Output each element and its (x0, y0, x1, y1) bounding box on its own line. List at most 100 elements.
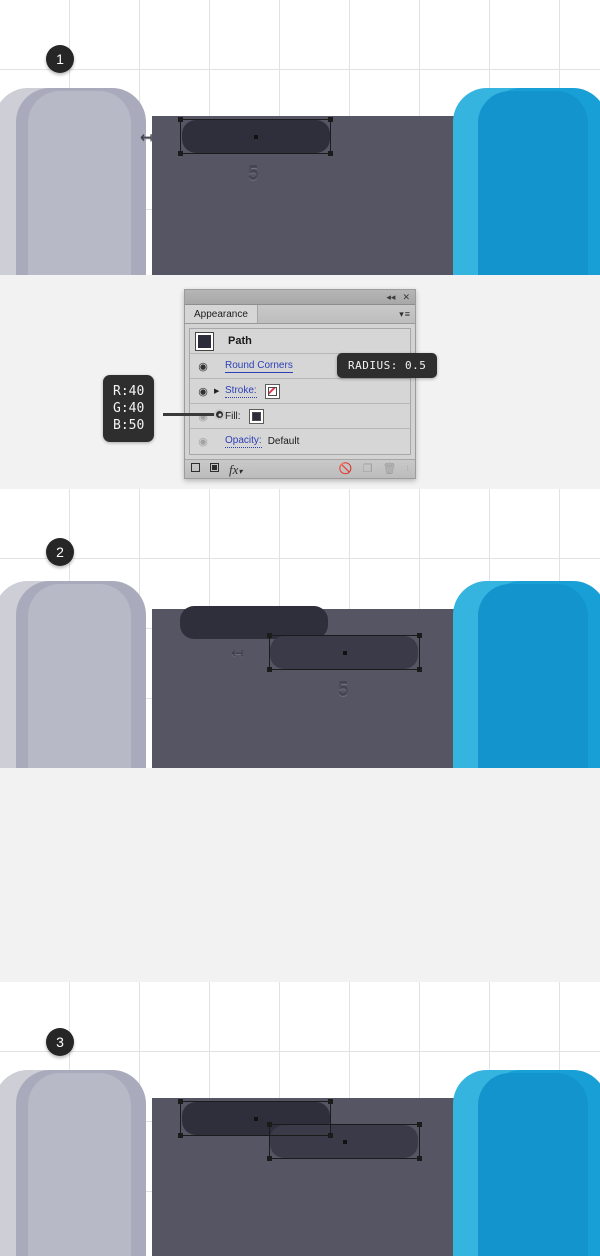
rgb-callout-1: R:40 G:40 B:50 (103, 375, 155, 442)
selection-handle-bottom-left[interactable] (267, 667, 272, 672)
selection-edge-bottom (180, 153, 331, 154)
appearance-rows-1: Path ◉ Round Corners ◉ ▶ Stroke: ◉ Fill: (189, 328, 411, 455)
fx-effects-icon[interactable]: fx▾ (229, 463, 242, 476)
visibility-eye-icon-opacity[interactable]: ◉ (192, 435, 214, 448)
add-new-fill-icon[interactable] (210, 463, 219, 475)
selection-handle-bottom-right[interactable] (417, 667, 422, 672)
selection-edge-top (269, 1124, 420, 1125)
stroke-label[interactable]: Stroke: (225, 385, 257, 398)
close-icon[interactable]: ✕ (402, 292, 410, 302)
panel-tabbar-1[interactable]: Appearance ▾ ≡ (185, 305, 415, 324)
double-chevron-left-icon[interactable]: ◂◂ (386, 292, 395, 302)
selection-handle-top-left[interactable] (267, 1122, 272, 1127)
callout-b-1: B:50 (113, 418, 145, 433)
path-thumbnail-icon (195, 331, 214, 351)
disclosure-triangle-icon-stroke[interactable]: ▶ (214, 387, 225, 395)
clear-appearance-icon[interactable]: 🚫 (339, 463, 353, 475)
selection-handle-top-left[interactable] (178, 117, 183, 122)
panel-menu-caret-icon: ▾ (399, 308, 404, 319)
selection-edge-bottom (269, 669, 420, 670)
selection-center-point (342, 1139, 347, 1144)
visibility-eye-icon-fill[interactable]: ◉ (192, 410, 214, 423)
callout-leader-line-1 (163, 413, 221, 416)
resize-grip-icon[interactable]: ⁝ (406, 465, 409, 473)
panel-footer-1[interactable]: fx▾ 🚫 ❐ 🗑 ⁝ (185, 459, 415, 478)
fx-label: fx (229, 461, 239, 477)
blue-shape-front-1 (478, 91, 588, 275)
selection-handle-bottom-left[interactable] (178, 151, 183, 156)
visibility-eye-icon-stroke[interactable]: ◉ (192, 385, 214, 398)
appearance-row-path[interactable]: Path (190, 329, 410, 354)
selection-edge-left (180, 119, 181, 154)
visibility-eye-icon-round-corners[interactable]: ◉ (192, 360, 214, 373)
selection-handle-bottom-right[interactable] (417, 1156, 422, 1161)
gray-shape-mid-1 (28, 91, 131, 275)
selection-edge-left (180, 1101, 181, 1136)
callout-leader-dot-1 (214, 409, 225, 420)
selection-handle-top-left[interactable] (178, 1099, 183, 1104)
panel-menu-lines-icon: ≡ (404, 309, 410, 319)
selection-edge-left (269, 635, 270, 670)
delete-item-icon[interactable]: 🗑 (382, 463, 396, 475)
blue-shape-front-3 (478, 1073, 588, 1256)
hand-pointer-icon-1: ↤ (140, 129, 153, 146)
selection-center-point (253, 1116, 258, 1121)
emboss-digit-2: 5 (338, 680, 349, 701)
selection-edge-top (180, 119, 331, 120)
selection-box-two-3[interactable] (267, 1122, 422, 1161)
tab-appearance-label: Appearance (194, 308, 248, 320)
fill-swatch-icon[interactable] (248, 408, 264, 424)
canvas-band-1: ↤ 5 (0, 88, 600, 275)
selection-edge-left (269, 1124, 270, 1159)
fill-label[interactable]: Fill: (225, 411, 241, 422)
selection-box-1[interactable] (178, 117, 333, 156)
gray-shape-mid-2 (28, 584, 131, 768)
blue-shape-front-2 (478, 584, 588, 768)
tutorial-step-1: ↤ 5 1 ◂◂ ✕ Appearance ▾ ≡ Path ◉ Round C… (0, 0, 600, 489)
selection-edge-right (419, 635, 420, 670)
selection-edge-right (330, 119, 331, 154)
panel-titlebar-1[interactable]: ◂◂ ✕ (185, 290, 415, 305)
selection-edge-bottom (269, 1158, 420, 1159)
tutorial-step-3: 3 (0, 982, 600, 1256)
selection-handle-bottom-right[interactable] (328, 151, 333, 156)
path-label: Path (228, 335, 252, 347)
step-badge-2: 2 (46, 538, 74, 566)
step-badge-1: 1 (46, 45, 74, 73)
hand-pointer-icon-2: ↤ (231, 645, 244, 662)
step-badge-3: 3 (46, 1028, 74, 1056)
gray-shape-mid-3 (28, 1073, 131, 1256)
callout-g-1: G:40 (113, 401, 145, 416)
opacity-value: Default (267, 436, 300, 447)
callout-r-1: R:40 (113, 384, 145, 399)
selection-handle-top-right[interactable] (328, 1099, 333, 1104)
selection-box-2[interactable] (267, 633, 422, 672)
selection-handle-top-right[interactable] (417, 633, 422, 638)
selection-handle-top-right[interactable] (417, 1122, 422, 1127)
appearance-panel-1[interactable]: ◂◂ ✕ Appearance ▾ ≡ Path ◉ Round Corners… (184, 289, 416, 479)
canvas-band-3 (0, 1070, 600, 1256)
selection-handle-top-left[interactable] (267, 633, 272, 638)
selection-edge-top (269, 635, 420, 636)
selection-handle-top-right[interactable] (328, 117, 333, 122)
selection-edge-right (419, 1124, 420, 1159)
stroke-swatch-none-icon[interactable] (264, 383, 280, 399)
tutorial-page: ↤ 5 1 ◂◂ ✕ Appearance ▾ ≡ Path ◉ Round C… (0, 0, 600, 1256)
radius-tooltip-1: RADIUS: 0.5 (337, 353, 438, 378)
duplicate-item-icon[interactable]: ❐ (363, 463, 373, 475)
selection-center-point (342, 650, 347, 655)
appearance-row-stroke[interactable]: ◉ ▶ Stroke: (190, 379, 410, 404)
canvas-band-2: ↤ 5 (0, 581, 600, 768)
appearance-row-opacity[interactable]: ◉ Opacity: Default (190, 429, 410, 454)
tutorial-step-2: ↤ 5 2 ◂◂ ✕ Appearance ▾ ≡ (0, 489, 600, 982)
selection-edge-top (180, 1101, 331, 1102)
selection-handle-bottom-left[interactable] (267, 1156, 272, 1161)
add-new-stroke-icon[interactable] (191, 463, 200, 475)
selection-center-point (253, 134, 258, 139)
tab-appearance[interactable]: Appearance (185, 305, 258, 323)
selection-handle-bottom-left[interactable] (178, 1133, 183, 1138)
panel-menu-icon[interactable]: ▾ ≡ (399, 305, 415, 323)
opacity-label[interactable]: Opacity: (225, 435, 262, 448)
round-corners-label[interactable]: Round Corners (225, 360, 293, 373)
emboss-digit-1: 5 (248, 164, 259, 185)
